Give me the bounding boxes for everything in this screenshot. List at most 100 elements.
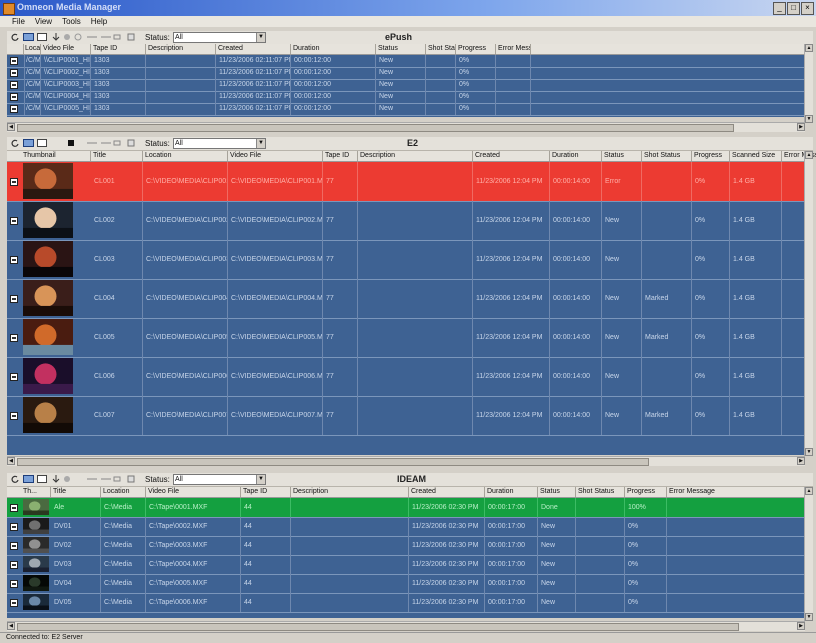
column-header-cell[interactable]: Th... [21, 487, 51, 497]
column-header-cell[interactable]: Shot Status [576, 487, 625, 497]
horizontal-scrollbar[interactable]: ◀ ▶ [7, 456, 805, 466]
horizontal-scrollbar[interactable]: ◀ ▶ [7, 122, 805, 132]
column-header-cell[interactable]: Created [409, 487, 485, 497]
column-header-cell[interactable]: Status [376, 44, 426, 54]
stop-icon[interactable] [63, 475, 71, 483]
grid-view-icon[interactable] [23, 139, 34, 147]
status-filter-select[interactable]: All ▼ [173, 474, 266, 485]
column-header-cell[interactable]: Location [143, 151, 228, 161]
filter-icons[interactable] [87, 139, 123, 147]
row-expand-checkbox[interactable] [10, 561, 18, 569]
video-thumbnail[interactable] [23, 163, 73, 199]
row-expand-checkbox[interactable] [10, 81, 18, 89]
column-header-cell[interactable]: Created [216, 44, 291, 54]
video-thumbnail[interactable] [23, 575, 49, 591]
scroll-down-icon[interactable]: ▼ [805, 448, 813, 456]
column-header-cell[interactable]: Status [538, 487, 576, 497]
properties-icon[interactable] [127, 475, 135, 483]
column-header-cell[interactable]: Progress [692, 151, 730, 161]
table-row[interactable]: CL005C:\VIDEO\MEDIA\CLIP005.MXFC:\VIDEO\… [7, 318, 805, 358]
column-header-cell[interactable]: Tape ID [323, 151, 358, 161]
menu-tools[interactable]: Tools [62, 16, 81, 27]
column-header-cell[interactable]: Location [101, 487, 146, 497]
close-button[interactable]: × [801, 2, 814, 15]
table-row[interactable]: Ale C:\Media C:\Tape\0001.MXF 44 11/23/2006 … [7, 498, 807, 518]
list-view-icon[interactable] [37, 475, 47, 483]
column-header-cell[interactable]: Status [602, 151, 642, 161]
scroll-up-icon[interactable]: ▲ [805, 151, 813, 159]
table-row[interactable]: DV03 C:\Media C:\Tape\0004.MXF 44 11/23/2006… [7, 555, 807, 575]
column-header-cell[interactable]: Duration [550, 151, 602, 161]
grid-view-icon[interactable] [23, 33, 34, 41]
refresh-icon[interactable] [11, 33, 19, 41]
video-thumbnail[interactable] [23, 499, 49, 515]
row-expand-checkbox[interactable] [10, 217, 18, 225]
column-header-cell[interactable]: Description [146, 44, 216, 54]
scroll-left-icon[interactable]: ◀ [7, 123, 15, 131]
menu-help[interactable]: Help [91, 16, 107, 27]
column-header-cell[interactable]: Thumbnail [21, 151, 91, 161]
column-header-cell[interactable]: Shot Status [642, 151, 692, 161]
row-expand-checkbox[interactable] [10, 334, 18, 342]
table-row[interactable]: DV05 C:\Media C:\Tape\0006.MXF 44 11/23/2006… [7, 593, 807, 613]
table-row[interactable]: DV04 C:\Media C:\Tape\0005.MXF 44 11/23/2006… [7, 574, 807, 594]
vertical-scrollbar[interactable]: ▲ ▼ [804, 44, 813, 123]
table-row[interactable]: DV01 C:\Media C:\Tape\0002.MXF 44 11/23/2006… [7, 517, 807, 537]
row-expand-checkbox[interactable] [10, 105, 18, 113]
column-header-cell[interactable]: Scanned Size [730, 151, 782, 161]
scroll-right-icon[interactable]: ▶ [797, 123, 805, 131]
row-expand-checkbox[interactable] [10, 412, 18, 420]
video-thumbnail[interactable] [23, 241, 73, 277]
column-header-cell[interactable]: Tape ID [241, 487, 291, 497]
row-expand-checkbox[interactable] [10, 93, 18, 101]
column-header-cell[interactable]: Progress [456, 44, 496, 54]
table-row[interactable]: CL004C:\VIDEO\MEDIA\CLIP004.MXFC:\VIDEO\… [7, 279, 805, 319]
status-filter-select[interactable]: All ▼ [173, 138, 266, 149]
video-thumbnail[interactable] [23, 202, 73, 238]
table-row[interactable]: CL007C:\VIDEO\MEDIA\CLIP007.MXFC:\VIDEO\… [7, 396, 805, 436]
video-thumbnail[interactable] [23, 319, 73, 355]
table-row[interactable]: CL006C:\VIDEO\MEDIA\CLIP006.MXFC:\VIDEO\… [7, 357, 805, 397]
table-row[interactable]: DV02 C:\Media C:\Tape\0003.MXF 44 11/23/2006… [7, 536, 807, 556]
scroll-down-icon[interactable]: ▼ [805, 115, 813, 123]
download-icon[interactable] [52, 475, 60, 483]
table-row[interactable]: CL002C:\VIDEO\MEDIA\CLIP002.MXFC:\VIDEO\… [7, 201, 805, 241]
video-thumbnail[interactable] [23, 556, 49, 572]
properties-icon[interactable] [127, 139, 135, 147]
scroll-up-icon[interactable]: ▲ [805, 487, 813, 495]
scroll-right-icon[interactable]: ▶ [797, 622, 805, 630]
download-icon[interactable] [52, 33, 60, 41]
scroll-left-icon[interactable]: ◀ [7, 457, 15, 465]
row-expand-checkbox[interactable] [10, 178, 18, 186]
row-expand-checkbox[interactable] [10, 373, 18, 381]
table-row[interactable]: CL003C:\VIDEO\MEDIA\CLIP003.MXFC:\VIDEO\… [7, 240, 805, 280]
stop-icon[interactable] [63, 33, 71, 41]
column-header-cell[interactable]: Created [473, 151, 550, 161]
filter-icons[interactable] [87, 33, 123, 41]
column-header-cell[interactable]: Video File [146, 487, 241, 497]
row-expand-checkbox[interactable] [10, 599, 18, 607]
minimize-button[interactable]: _ [773, 2, 786, 15]
table-row[interactable]: CL001C:\VIDEO\MEDIA\CLIP001.MXFC:\VIDEO\… [7, 162, 805, 202]
video-thumbnail[interactable] [23, 537, 49, 553]
column-header-cell[interactable]: Video File [41, 44, 91, 54]
column-header-cell[interactable]: Description [358, 151, 473, 161]
refresh-icon[interactable] [11, 475, 19, 483]
column-header-cell[interactable]: Tape ID [91, 44, 146, 54]
status-filter-select[interactable]: All ▼ [173, 32, 266, 43]
row-expand-checkbox[interactable] [10, 542, 18, 550]
menu-file[interactable]: File [12, 16, 25, 27]
column-header-cell[interactable]: Title [51, 487, 101, 497]
column-header-cell[interactable]: Progress [625, 487, 667, 497]
video-thumbnail[interactable] [23, 594, 49, 610]
row-expand-checkbox[interactable] [10, 57, 18, 65]
settings-icon[interactable] [74, 33, 82, 41]
menu-view[interactable]: View [35, 16, 52, 27]
column-header-cell[interactable]: Video File [228, 151, 323, 161]
scroll-left-icon[interactable]: ◀ [7, 622, 15, 630]
row-expand-checkbox[interactable] [10, 69, 18, 77]
table-row[interactable]: CL_0005/C/Media\\CLIP0005_HI_MXF.mxf1303… [7, 103, 805, 116]
video-thumbnail[interactable] [23, 397, 73, 433]
video-thumbnail[interactable] [23, 358, 73, 394]
column-header-cell[interactable]: Location [23, 44, 41, 54]
